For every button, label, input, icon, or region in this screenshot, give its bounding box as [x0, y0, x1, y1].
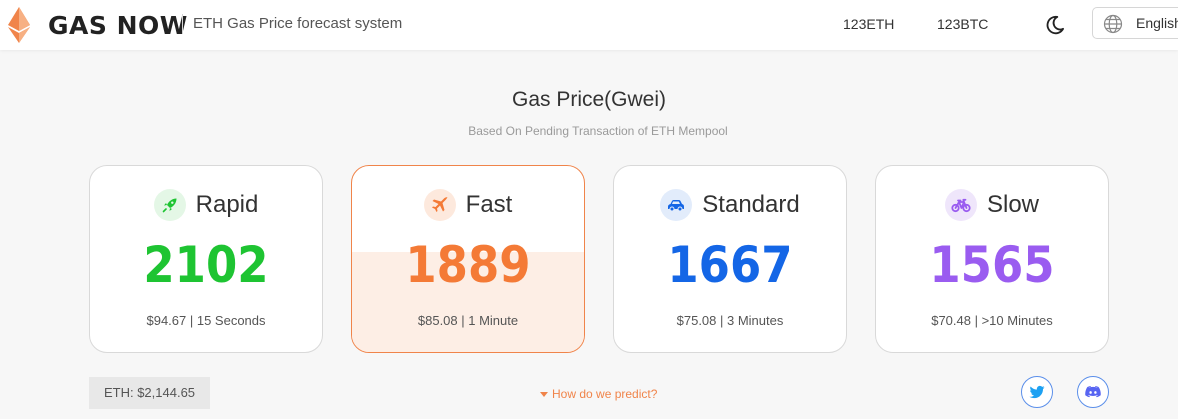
globe-icon [1103, 14, 1123, 34]
gas-price-value: 2102 [143, 236, 269, 294]
cost-and-time: $70.48 | >10 Minutes [931, 313, 1053, 328]
page-subtitle: Based On Pending Transaction of ETH Memp… [468, 124, 728, 138]
brand-name[interactable]: GAS NOW [48, 11, 188, 40]
card-label: Rapid [195, 191, 259, 218]
caret-down-icon [540, 391, 548, 397]
header-divider [182, 14, 183, 34]
nav-link-eth[interactable]: 123ETH [843, 16, 894, 32]
discord-icon [1085, 386, 1101, 398]
gas-price-value: 1565 [929, 236, 1055, 294]
bicycle-icon [951, 198, 971, 213]
gas-card-rapid[interactable]: Rapid 2102 $94.67 | 15 Seconds [89, 165, 323, 353]
page-title: Gas Price(Gwei) [511, 88, 667, 111]
cost-and-time: $94.67 | 15 Seconds [146, 313, 266, 328]
rapid-icon-badge [153, 189, 186, 221]
language-label: English [1136, 15, 1178, 31]
top-navbar: GAS NOW ETH Gas Price forecast system 12… [0, 0, 1178, 50]
predict-link-label: How do we predict? [552, 387, 658, 401]
fast-icon-badge [423, 189, 456, 221]
gas-card-fast[interactable]: Fast 1889 $85.08 | 1 Minute [351, 165, 585, 353]
discord-button[interactable] [1077, 376, 1109, 408]
slow-icon-badge [944, 189, 977, 221]
eth-price-badge: ETH: $2,144.65 [89, 377, 210, 409]
car-icon [668, 200, 685, 212]
card-label: Slow [986, 191, 1040, 218]
card-label: Fast [465, 191, 513, 218]
how-do-we-predict-link[interactable]: How do we predict? [540, 387, 657, 401]
card-label: Standard [702, 191, 800, 218]
cost-and-time: $75.08 | 3 Minutes [676, 313, 784, 328]
tagline: ETH Gas Price forecast system [193, 15, 403, 32]
gas-price-value: 1889 [405, 236, 531, 294]
airplane-icon [431, 197, 448, 212]
gas-price-value: 1667 [667, 236, 793, 294]
ethereum-logo-icon[interactable] [8, 7, 30, 43]
card-header: Standard [614, 188, 846, 222]
card-header: Rapid [90, 188, 322, 222]
gas-card-slow[interactable]: Slow 1565 $70.48 | >10 Minutes [875, 165, 1109, 353]
card-header: Slow [876, 188, 1108, 222]
standard-icon-badge [660, 189, 693, 221]
rocket-icon [162, 198, 177, 213]
gas-card-standard[interactable]: Standard 1667 $75.08 | 3 Minutes [613, 165, 847, 353]
twitter-button[interactable] [1021, 376, 1053, 408]
language-selector[interactable]: English [1092, 7, 1178, 39]
nav-link-btc[interactable]: 123BTC [937, 16, 988, 32]
cost-and-time: $85.08 | 1 Minute [417, 313, 519, 328]
card-header: Fast [352, 188, 584, 222]
moon-icon[interactable] [1044, 14, 1066, 36]
twitter-icon [1029, 385, 1045, 399]
